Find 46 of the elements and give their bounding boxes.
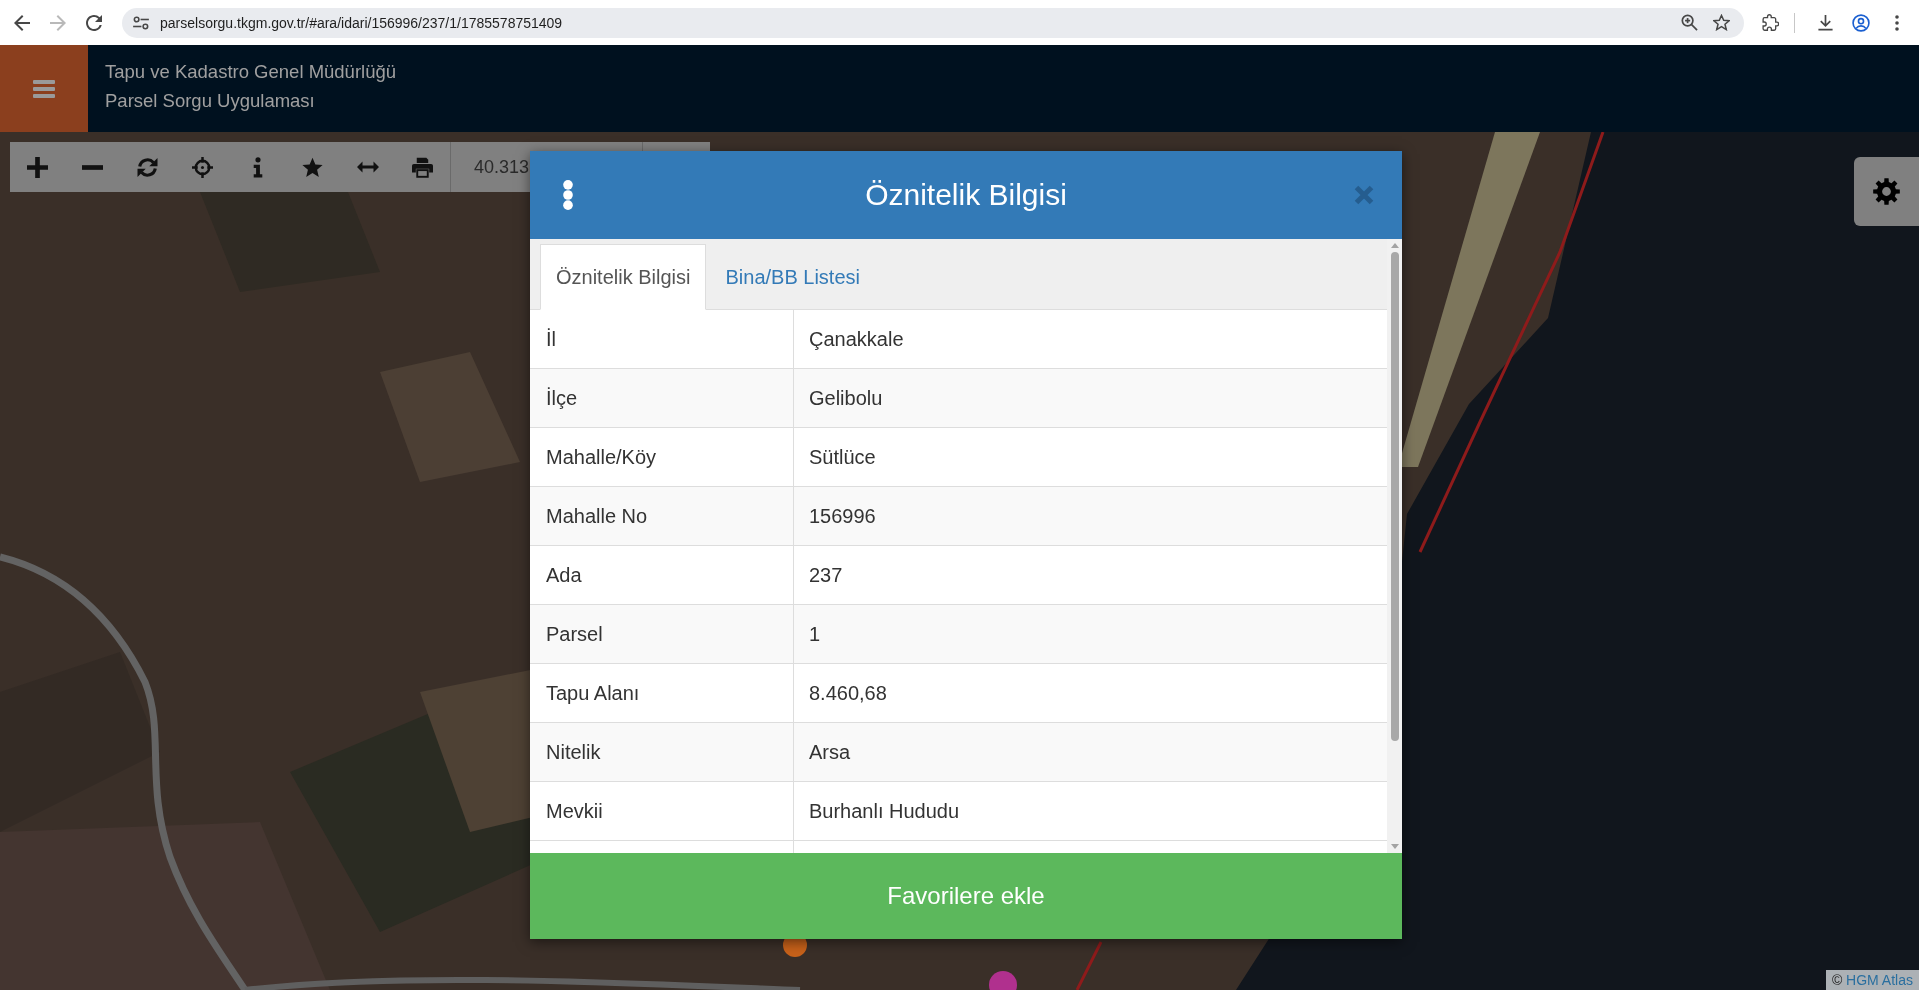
- menu-icon[interactable]: [33, 79, 55, 98]
- minus-icon[interactable]: [82, 164, 103, 170]
- reload-icon[interactable]: [86, 14, 102, 31]
- settings-button[interactable]: [1854, 157, 1919, 226]
- attribute-label: Ada: [530, 546, 794, 605]
- map-attribution: © HGM Atlas: [1825, 970, 1919, 990]
- puzzle-icon[interactable]: [1761, 14, 1779, 31]
- tab[interactable]: Bina/BB Listesi: [709, 244, 876, 310]
- coordinate-text: 40.313: [474, 156, 530, 178]
- star-icon[interactable]: [302, 156, 323, 178]
- address-bar[interactable]: parselsorgu.tkgm.gov.tr/#ara/idari/156996/237/1/1785578751409: [122, 7, 1744, 38]
- attribute-label: Tapu Alanı: [530, 664, 794, 723]
- scrollbar-thumb[interactable]: [1390, 252, 1399, 741]
- printer-icon[interactable]: [412, 156, 433, 178]
- attribute-label: Nitelik: [530, 723, 794, 782]
- attribute-label: Mahalle No: [530, 487, 794, 546]
- refresh-icon[interactable]: [137, 156, 158, 178]
- scrollbar-track[interactable]: [1387, 239, 1402, 853]
- double-arrow-icon[interactable]: [356, 161, 379, 173]
- menu-button[interactable]: [0, 45, 88, 132]
- crosshair-icon[interactable]: [192, 156, 213, 178]
- modal-title: Öznitelik Bilgisi: [864, 178, 1068, 212]
- attribute-label: Mevkii: [530, 782, 794, 841]
- site-info-icon[interactable]: [132, 15, 150, 30]
- tab[interactable]: Öznitelik Bilgisi: [540, 244, 707, 310]
- kebab-menu-icon[interactable]: [1895, 14, 1899, 31]
- plus-icon[interactable]: [27, 156, 48, 178]
- bookmark-star-icon[interactable]: [1712, 14, 1730, 31]
- profile-icon[interactable]: [1852, 13, 1870, 32]
- app-title: Tapu ve Kadastro Genel Müdürlüğü: [105, 60, 397, 84]
- info-icon[interactable]: [252, 156, 263, 178]
- attribute-value: 1: [794, 605, 1387, 664]
- attribute-label: Mahalle/Köy: [530, 428, 794, 487]
- magnifier-icon[interactable]: [1680, 14, 1698, 31]
- attribute-value: Gelibolu: [794, 369, 1387, 428]
- settings-icon[interactable]: [1873, 178, 1900, 205]
- app-subtitle: Parsel Sorgu Uygulaması: [105, 89, 316, 113]
- url-text[interactable]: parselsorgu.tkgm.gov.tr/#ara/idari/156996/237/1/1785578751409: [160, 14, 563, 31]
- download-icon[interactable]: [1816, 14, 1834, 31]
- attribute-label: İlçe: [530, 369, 794, 428]
- back-icon[interactable]: [14, 14, 30, 31]
- attribute-value: Arsa: [794, 723, 1387, 782]
- kebab-menu-icon[interactable]: [563, 180, 573, 210]
- attribute-label: Parsel: [530, 605, 794, 664]
- attribute-label: İl: [530, 310, 794, 369]
- attribute-value: 156996: [794, 487, 1387, 546]
